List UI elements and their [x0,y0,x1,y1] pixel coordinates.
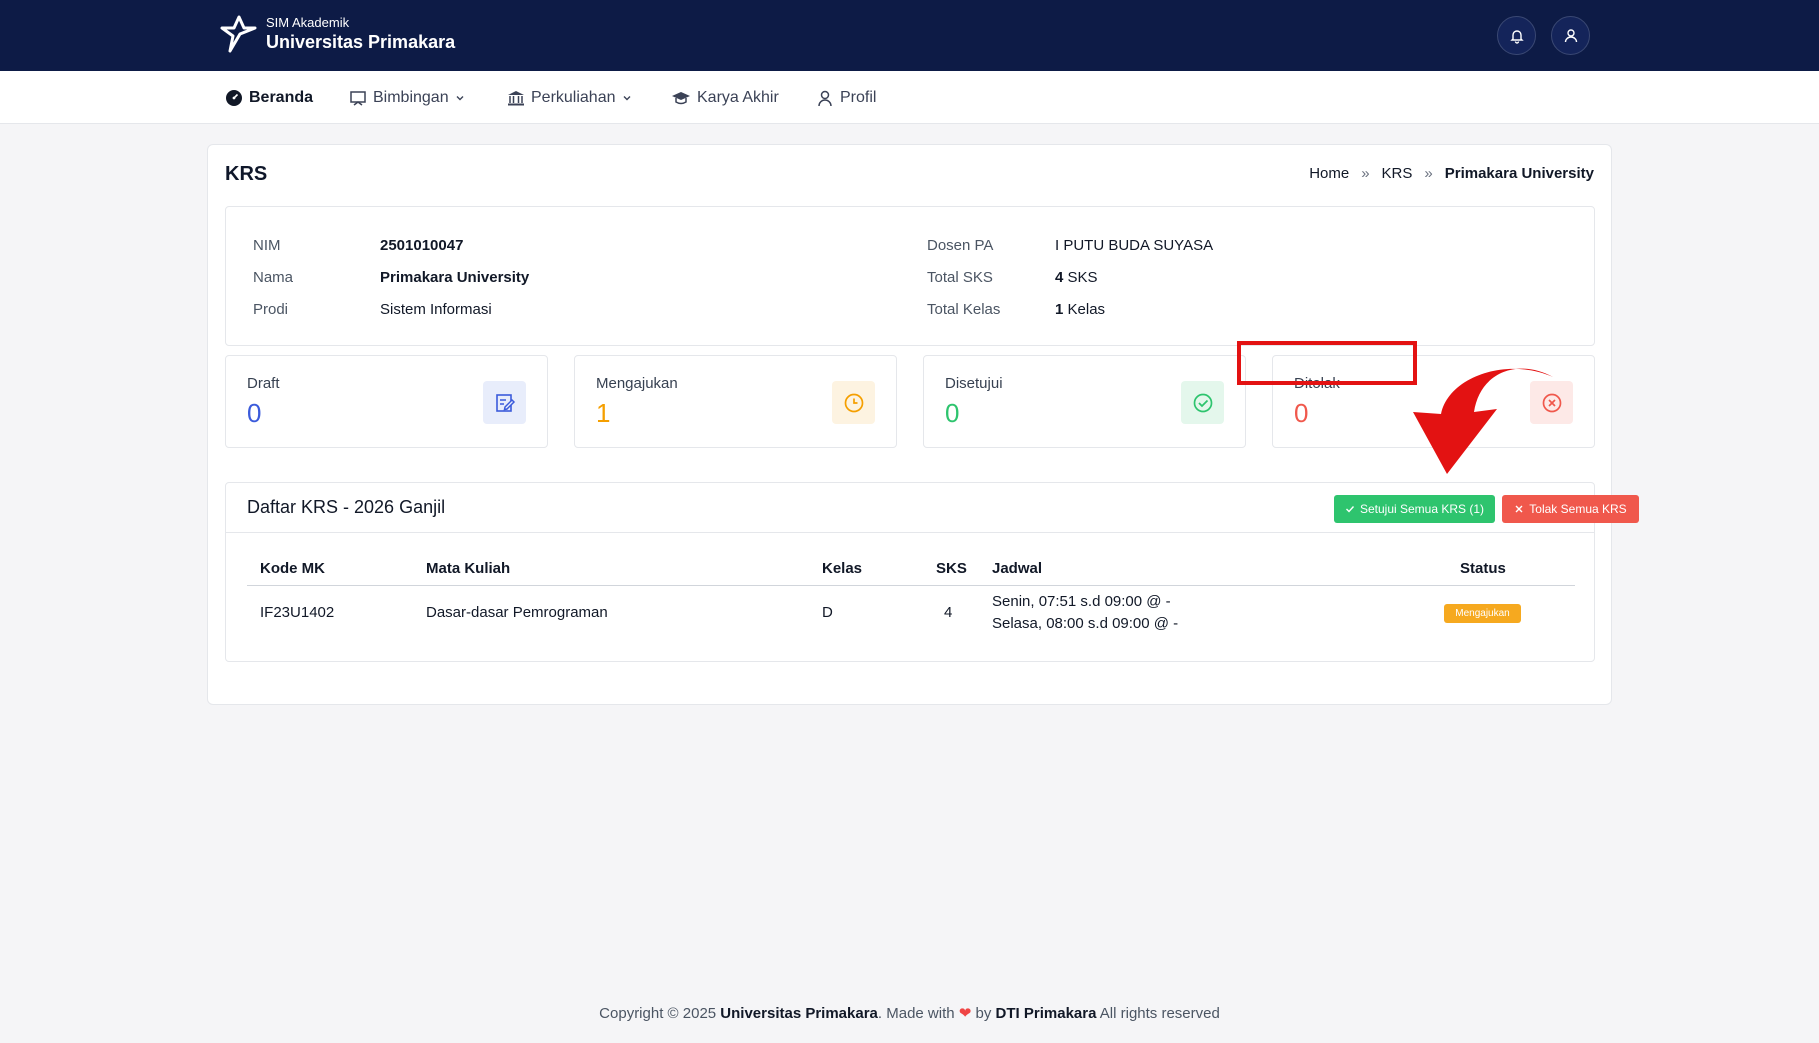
dosen-value: I PUTU BUDA SUYASA [1055,237,1214,254]
stat-value: 0 [247,398,262,428]
approve-all-label: Setujui Semua KRS (1) [1359,502,1485,516]
total-sks-unit: SKS [1063,269,1098,286]
col-kode-mk: Kode MK [260,560,325,577]
stat-label: Disetujui [945,375,1003,392]
breadcrumb-separator: » [1424,165,1433,182]
prodi-label: Prodi [253,301,289,318]
footer: Copyright © 2025 Universitas Primakara. … [0,1004,1819,1022]
krs-list-header: Daftar KRS - 2026 Ganjil Setujui Semua K… [226,483,1639,533]
total-sks-label: Total SKS [927,269,993,286]
total-kelas-unit: Kelas [1063,301,1106,318]
dashboard-icon [226,89,242,106]
col-sks: SKS [936,560,967,577]
krs-card: KRS Home » KRS » Primakara University NI… [207,144,1639,705]
footer-by: by [971,1005,996,1022]
dosen-label: Dosen PA [927,237,994,254]
total-kelas-value: 1 Kelas [1055,301,1105,318]
cell-jadwal-1: Senin, 07:51 s.d 09:00 @ - [992,593,1171,610]
annotation-arrow-icon [1413,368,1553,474]
building-icon [508,90,524,105]
col-kelas: Kelas [822,560,863,577]
presentation-icon [350,90,366,106]
stat-value: 0 [1294,398,1309,428]
cell-kode: IF23U1402 [260,604,335,621]
nav-beranda[interactable]: Beranda [225,71,313,124]
reject-all-label: Tolak Semua KRS [1529,502,1627,516]
stat-disetujui: Disetujui 0 [923,355,1246,448]
breadcrumb-current: Primakara University [1444,165,1594,182]
heart-icon: ❤ [958,1005,972,1022]
nav-karya-akhir[interactable]: Karya Akhir [671,71,779,124]
nim-label: NIM [253,237,281,254]
cell-kelas: D [822,604,833,621]
krs-list-title: Daftar KRS - 2026 Ganjil [247,497,446,517]
nama-value: Primakara University [380,269,530,286]
cell-mata-kuliah: Dasar-dasar Pemrograman [426,604,608,621]
approve-all-button[interactable]: Setujui Semua KRS (1) [1334,495,1495,523]
main-nav: Beranda Bimbingan Perkuliahan Karya Akhi… [0,71,1819,124]
stat-value: 1 [596,398,611,428]
nav-label: Perkuliahan [531,88,616,106]
breadcrumb-home[interactable]: Home [1309,165,1349,182]
nama-label: Nama [253,269,294,286]
total-sks-value: 4 SKS [1055,269,1098,286]
check-icon [1345,506,1354,513]
app-title: Universitas Primakara [266,32,456,52]
notification-button[interactable] [1497,16,1536,55]
graduation-cap-icon [672,91,690,104]
footer-suffix: All rights reserved [1096,1005,1220,1022]
nav-label: Beranda [249,88,314,106]
breadcrumb-separator: » [1361,165,1370,182]
footer-org[interactable]: Universitas Primakara [720,1005,878,1022]
footer-made-with: . Made with [877,1005,959,1022]
user-icon [1564,28,1577,42]
krs-list: Daftar KRS - 2026 Ganjil Setujui Semua K… [225,482,1639,662]
reject-all-button[interactable]: Tolak Semua KRS [1502,495,1639,523]
col-jadwal: Jadwal [992,560,1043,577]
stat-label: Mengajukan [596,375,678,392]
nav-profil[interactable]: Profil [816,71,876,124]
close-icon [1515,505,1523,513]
total-kelas-label: Total Kelas [927,301,1001,318]
chevron-down-icon [456,95,464,100]
clock-icon [832,381,875,424]
top-bar: SIM Akademik Universitas Primakara [0,0,1819,71]
col-status: Status [1460,560,1506,577]
brand[interactable]: SIM Akademik Universitas Primakara [218,14,455,54]
bell-icon [1509,29,1524,44]
nav-bimbingan[interactable]: Bimbingan [349,71,465,124]
col-mata-kuliah: Mata Kuliah [426,560,511,577]
nim-value: 2501010047 [380,237,464,254]
cell-sks: 4 [944,604,953,621]
student-info: NIM 2501010047 Nama Primakara University… [225,206,1595,346]
nav-label: Bimbingan [373,88,449,106]
annotation-highlight-box [1237,341,1417,385]
stat-mengajukan: Mengajukan 1 [574,355,897,448]
cell-jadwal-2: Selasa, 08:00 s.d 09:00 @ - [992,615,1179,632]
prodi-value: Sistem Informasi [380,301,492,318]
edit-icon [483,381,526,424]
app-subtitle: SIM Akademik [266,15,350,30]
user-icon [818,90,832,106]
page-title: KRS [225,163,268,185]
user-menu-button[interactable] [1551,16,1590,55]
stat-value: 0 [945,398,960,428]
stat-label: Draft [247,375,280,392]
check-circle-icon [1181,381,1224,424]
footer-team[interactable]: DTI Primakara [996,1005,1097,1022]
table-divider [247,585,1575,586]
nav-perkuliahan[interactable]: Perkuliahan [507,71,632,124]
status-badge: Mengajukan [1444,604,1521,623]
nav-label: Karya Akhir [697,88,779,106]
footer-prefix: Copyright © 2025 [599,1005,721,1022]
chevron-down-icon [623,95,630,100]
breadcrumb: Home » KRS » Primakara University [1309,165,1594,182]
nav-label: Profil [840,88,877,106]
university-logo-icon [220,15,257,53]
stat-draft: Draft 0 [225,355,548,448]
breadcrumb-krs[interactable]: KRS [1382,165,1413,182]
